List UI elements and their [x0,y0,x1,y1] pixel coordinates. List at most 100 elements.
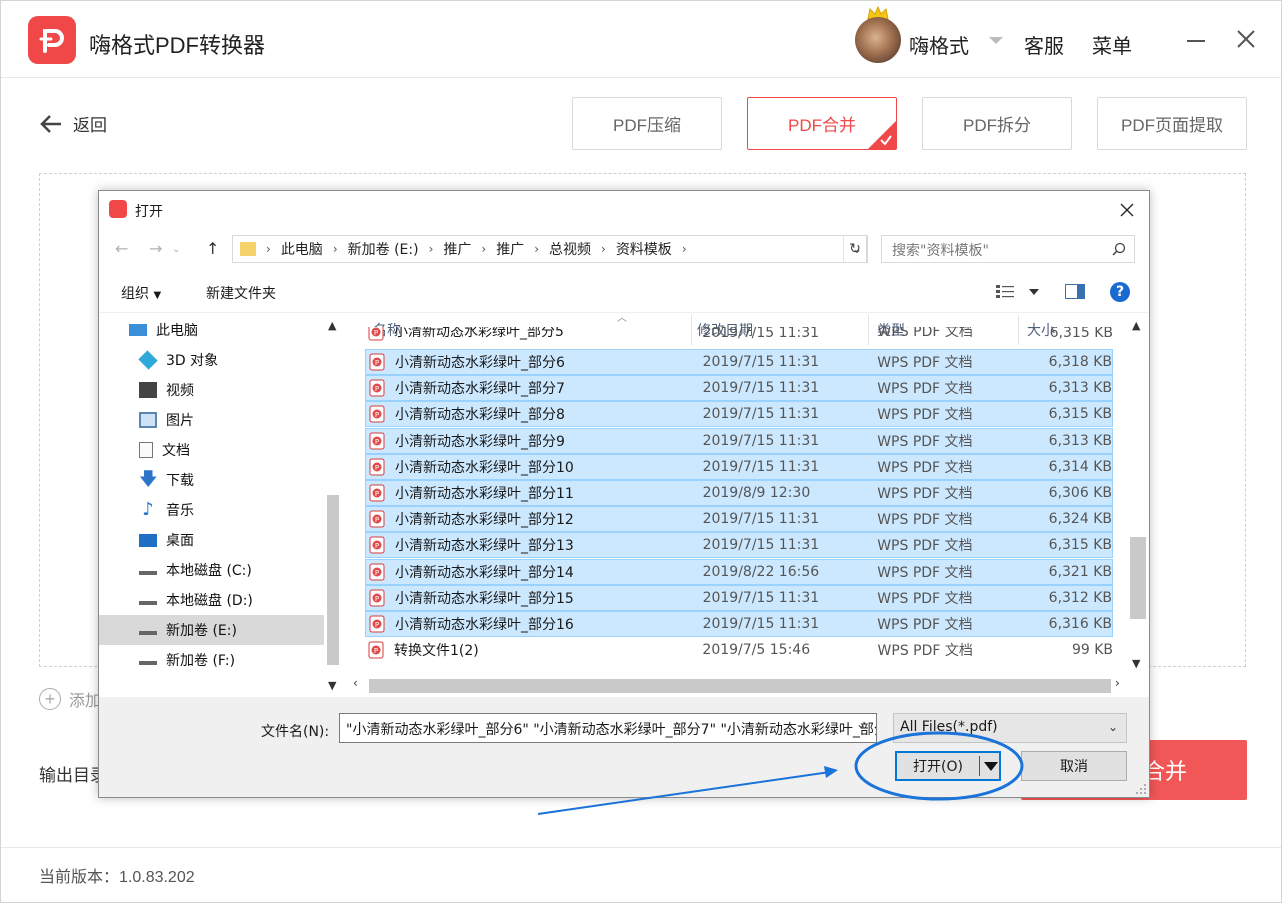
scroll-down-arrow-icon[interactable]: ▼ [1132,657,1140,670]
sidebar-item-videos[interactable]: 视频 [99,375,324,405]
organize-menu[interactable]: 组织 ▼ [121,283,161,303]
cancel-button[interactable]: 取消 [1021,751,1127,781]
dialog-title-bar: 打开 [99,191,1149,229]
sidebar-item-drive-f[interactable]: 新加卷 (F:) [99,645,324,675]
add-file-button[interactable]: + 添加 [39,687,101,711]
breadcrumb-separator-icon: › [481,242,487,256]
file-list-scrollbar-thumb[interactable] [1130,537,1146,619]
file-row[interactable]: P 转换文件1(2) 2019/7/5 15:46 WPS PDF 文档 99 KB [365,637,1113,663]
app-title: 嗨格式PDF转换器 [89,33,266,58]
scroll-up-arrow-icon[interactable]: ▲ [1132,319,1140,332]
file-size: 6,313 KB [1048,380,1112,397]
refresh-icon[interactable]: ↻ [843,235,867,263]
file-row[interactable]: P 小清新动态水彩绿叶_部分5 2019/7/15 11:31 WPS PDF 文档 6… [365,327,1113,341]
file-date: 2019/8/9 12:30 [702,485,811,501]
address-bar[interactable]: › 此电脑 › 新加卷 (E:) › 推广 › 推广 › 总视频 › 资料模板 … [232,235,868,263]
breadcrumb-item[interactable]: 资料模板 [616,239,672,259]
file-type: WPS PDF 文档 [877,617,973,633]
new-folder-button[interactable]: 新建文件夹 [206,283,276,303]
sidebar-item-3d-objects[interactable]: 3D 对象 [99,345,324,375]
close-icon[interactable] [1235,28,1257,50]
file-row[interactable]: P 小清新动态水彩绿叶_部分6 2019/7/15 11:31 WPS PDF 文档 6… [365,349,1113,375]
breadcrumb-item[interactable]: 推广 [443,239,471,259]
file-row[interactable]: P 小清新动态水彩绿叶_部分13 2019/7/15 11:31 WPS PDF 文档… [365,532,1113,559]
download-icon: 🡇 [139,469,158,490]
back-arrow-icon[interactable]: ← [115,239,128,258]
user-menu-chevron-icon[interactable] [989,37,1003,44]
breadcrumb-item[interactable]: 此电脑 [281,239,323,259]
command-bar: 组织 ▼ 新建文件夹 [99,271,1149,313]
sidebar-item-documents[interactable]: 文档 [99,435,324,465]
scroll-up-arrow-icon[interactable]: ▲ [328,319,336,332]
file-type: WPS PDF 文档 [877,433,973,450]
view-options-icon[interactable] [995,283,1015,299]
chevron-down-icon[interactable]: ⌄ [856,717,866,731]
user-avatar[interactable] [855,17,901,63]
file-name: 小清新动态水彩绿叶_部分15 [395,590,574,607]
scroll-right-arrow-icon[interactable]: › [1115,676,1120,690]
file-row[interactable]: P 小清新动态水彩绿叶_部分11 2019/8/9 12:30 WPS PDF 文档 6… [365,480,1113,506]
footer-divider [1,847,1281,848]
file-row[interactable]: P 小清新动态水彩绿叶_部分16 2019/7/15 11:31 WPS PDF 文档… [365,611,1113,637]
file-type: WPS PDF 文档 [877,459,973,476]
forward-arrow-icon[interactable]: → [149,239,162,258]
file-row[interactable]: P 小清新动态水彩绿叶_部分7 2019/7/15 11:31 WPS PDF 文档 6… [365,375,1113,402]
preview-pane-icon[interactable] [1065,284,1085,299]
chevron-down-icon[interactable] [984,761,998,771]
user-name[interactable]: 嗨格式 [909,30,969,59]
file-name: 小清新动态水彩绿叶_部分12 [395,512,574,529]
sidebar-item-drive-d[interactable]: 本地磁盘 (D:) [99,585,324,615]
sidebar-item-downloads[interactable]: 🡇 下载 [99,465,324,495]
file-size: 99 KB [1071,642,1113,659]
output-directory-label: 输出目录 [39,766,107,785]
file-row[interactable]: P 小清新动态水彩绿叶_部分9 2019/7/15 11:31 WPS PDF 文档 6… [365,427,1113,454]
pdf-file-icon: P [369,589,385,607]
breadcrumb-item[interactable]: 总视频 [549,239,591,259]
plus-icon: + [39,688,61,710]
chevron-down-icon[interactable] [1029,289,1039,295]
breadcrumb-separator-icon: › [681,242,687,256]
scroll-left-arrow-icon[interactable]: ‹ [353,676,358,690]
up-arrow-icon[interactable]: ↑ [206,239,219,258]
svg-text:P: P [375,438,379,446]
file-row[interactable]: P 小清新动态水彩绿叶_部分12 2019/7/15 11:31 WPS PDF 文档… [365,506,1113,533]
file-row[interactable]: P 小清新动态水彩绿叶_部分8 2019/7/15 11:31 WPS PDF 文档 6… [365,401,1113,428]
back-button[interactable]: 返回 [39,111,107,136]
help-icon[interactable]: ? [1110,282,1130,302]
search-input[interactable]: 搜索"资料模板" [881,235,1135,263]
navigation-bar: ← → ⌄ ↑ › 此电脑 › 新加卷 (E:) › 推广 › 推广 › 总视频… [99,231,1149,267]
file-row[interactable]: P 小清新动态水彩绿叶_部分10 2019/7/15 11:31 WPS PDF 文档… [365,453,1113,480]
recent-chevron-icon[interactable]: ⌄ [172,244,180,255]
tab-pdf-page-extract[interactable]: PDF页面提取 [1097,97,1247,150]
tab-pdf-split[interactable]: PDF拆分 [922,97,1072,150]
sidebar-item-drive-c[interactable]: 本地磁盘 (C:) [99,555,324,585]
open-button[interactable]: 打开(O) [895,751,1001,781]
svg-text:P: P [375,542,379,550]
close-icon[interactable] [1119,202,1135,218]
file-row[interactable]: P 小清新动态水彩绿叶_部分15 2019/7/15 11:31 WPS PDF 文档… [365,584,1113,611]
file-type-select[interactable]: All Files(*.pdf) ⌄ [893,713,1127,743]
scroll-down-arrow-icon[interactable]: ▼ [328,679,336,692]
support-link[interactable]: 客服 [1024,30,1064,59]
svg-text:P: P [375,621,379,629]
tab-pdf-compress[interactable]: PDF压缩 [572,97,722,150]
minimize-icon[interactable] [1187,40,1205,42]
horizontal-scrollbar-thumb[interactable] [369,679,1111,693]
sidebar-scrollbar-thumb[interactable] [327,495,339,665]
file-size: 6,315 KB [1048,406,1112,423]
file-type: WPS PDF 文档 [877,590,973,607]
menu-link[interactable]: 菜单 [1092,30,1132,59]
filename-input[interactable]: "小清新动态水彩绿叶_部分6" "小清新动态水彩绿叶_部分7" "小清新动态水彩… [339,713,877,743]
tab-pdf-merge[interactable]: PDF合并 [747,97,897,150]
sidebar-item-pictures[interactable]: 图片 [99,405,324,435]
file-row[interactable]: P 小清新动态水彩绿叶_部分14 2019/8/22 16:56 WPS PDF 文档… [365,558,1113,585]
breadcrumb-item[interactable]: 新加卷 (E:) [348,239,419,259]
sidebar-item-desktop[interactable]: 桌面 [99,525,324,555]
file-name: 小清新动态水彩绿叶_部分6 [395,355,565,371]
resize-grip-icon[interactable] [1135,783,1147,795]
breadcrumb-item[interactable]: 推广 [496,239,524,259]
sidebar-item-this-pc[interactable]: 此电脑 [99,315,324,345]
sidebar-item-drive-e[interactable]: 新加卷 (E:) [99,615,324,645]
sidebar-item-music[interactable]: ♪ 音乐 [99,495,324,525]
organize-label: 组织 [121,286,149,302]
